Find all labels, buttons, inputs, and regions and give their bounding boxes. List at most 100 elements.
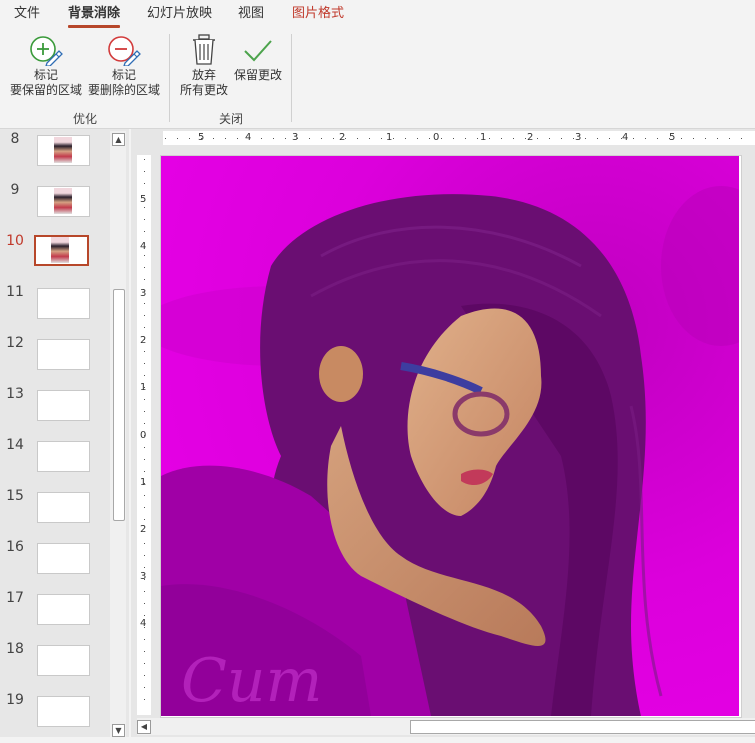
ruler-tick (561, 138, 562, 139)
discard-label-1: 放弃 (191, 68, 216, 82)
slide-thumbnail[interactable] (37, 135, 90, 166)
mark-areas-to-remove-button[interactable]: 标记 要删除的区域 (86, 34, 162, 98)
ruler-tick (681, 138, 682, 139)
keep-changes-button[interactable]: 保留更改 (230, 34, 286, 83)
scroll-left-arrow[interactable]: ◀ (137, 720, 151, 734)
scroll-down-arrow[interactable]: ▼ (112, 724, 125, 737)
ruler-tick (417, 138, 418, 139)
trash-icon (193, 34, 215, 65)
tab-slide-show[interactable]: 幻灯片放映 (147, 6, 212, 22)
ruler-tick-label: 5 (140, 194, 147, 205)
slide-thumbnail-row[interactable]: 11 (0, 284, 110, 335)
slide-number: 17 (6, 590, 24, 606)
slide-thumbnail[interactable] (37, 543, 90, 574)
ruler-tick (144, 423, 145, 424)
ribbon-tab-bar: 文件 背景消除 幻灯片放映 视图 图片格式 (0, 0, 755, 28)
slide-thumbnail-row[interactable]: 18 (0, 641, 110, 692)
slide-panel-scrollbar[interactable]: ▲ ▼ (110, 131, 126, 737)
horizontal-scrollbar-thumb[interactable] (410, 720, 755, 734)
mark-keep-label-2: 要保留的区域 (9, 83, 82, 97)
tab-background-removal[interactable]: 背景消除 (68, 6, 120, 22)
ruler-tick (537, 138, 538, 139)
ruler-tick-label: 4 (622, 132, 629, 143)
slide-thumbnail-row[interactable]: 9 (0, 182, 110, 233)
slide-thumbnail-row[interactable]: 17 (0, 590, 110, 641)
slide-number: 11 (6, 284, 24, 300)
slide-thumbnail[interactable] (37, 186, 90, 217)
slide-thumbnail-row[interactable]: 12 (0, 335, 110, 386)
ruler-tick (177, 138, 178, 139)
slide-thumbnail[interactable] (37, 645, 90, 676)
ruler-tick (144, 531, 145, 532)
ruler-tick-label: 0 (140, 431, 146, 441)
ruler-tick (144, 291, 145, 292)
slide-thumbnail-row[interactable]: 8 (0, 131, 110, 182)
ruler-tick (369, 138, 370, 139)
ruler-tick (144, 507, 145, 508)
tab-picture-format[interactable]: 图片格式 (292, 6, 344, 22)
ruler-tick (453, 138, 454, 139)
ruler-tick (501, 138, 502, 139)
ruler-tick (144, 627, 145, 628)
discard-label-2: 所有更改 (179, 83, 228, 97)
ruler-tick-label: 2 (140, 524, 147, 535)
ruler-tick (144, 543, 145, 544)
slide-thumbnail[interactable] (37, 696, 90, 727)
ruler-tick (144, 615, 145, 616)
checkmark-icon (244, 40, 272, 62)
slide-thumbnail-row[interactable]: 16 (0, 539, 110, 590)
ruler-tick (189, 138, 190, 139)
ruler-tick (144, 387, 145, 388)
slide-thumbnail-row[interactable]: 19 (0, 692, 110, 743)
ruler-tick (144, 471, 145, 472)
ruler-tick (477, 138, 478, 139)
slide-number: 19 (6, 692, 24, 708)
slide-thumbnail[interactable] (37, 339, 90, 370)
slide-thumbnail[interactable] (37, 492, 90, 523)
slide-thumbnail[interactable] (37, 441, 90, 472)
background-removal-photo[interactable]: Cum (161, 156, 739, 716)
scroll-up-arrow[interactable]: ▲ (112, 133, 125, 146)
tab-file[interactable]: 文件 (14, 6, 40, 22)
slide-thumbnail-row[interactable]: 13 (0, 386, 110, 437)
tab-view[interactable]: 视图 (238, 6, 264, 22)
ruler-tick-label: 1 (480, 132, 487, 143)
mark-remove-label-2: 要删除的区域 (87, 83, 160, 97)
slide-thumbnail[interactable] (37, 288, 90, 319)
ruler-tick (144, 279, 145, 280)
ruler-tick (573, 138, 574, 139)
mark-areas-to-keep-button[interactable]: 标记 要保留的区域 (8, 34, 84, 98)
slide-number: 15 (6, 488, 24, 504)
ruler-tick-label: 3 (575, 132, 582, 143)
ruler-tick (144, 495, 145, 496)
slide-thumbnail[interactable] (37, 390, 90, 421)
slide-thumbnail-row[interactable]: 15 (0, 488, 110, 539)
slide-thumbnail[interactable] (34, 235, 89, 266)
ribbon: 标记 要保留的区域 标记 要删除的区域 优化 放弃 所有更改 保留更改 关闭 (0, 28, 755, 129)
ruler-tick (405, 138, 406, 139)
ruler-tick (144, 567, 145, 568)
minus-pencil-icon (108, 36, 141, 66)
ruler-tick (144, 315, 145, 316)
discard-all-changes-button[interactable]: 放弃 所有更改 (176, 34, 232, 98)
slide-thumbnail-row[interactable]: 14 (0, 437, 110, 488)
scrollbar-thumb[interactable] (113, 289, 125, 521)
ruler-tick (144, 255, 145, 256)
ruler-tick (144, 399, 145, 400)
ruler-tick-label: 0 (433, 132, 440, 143)
slide-thumbnail[interactable] (37, 594, 90, 625)
ruler-tick (144, 207, 145, 208)
ruler-tick (429, 138, 430, 139)
ruler-tick (213, 138, 214, 139)
thumbnail-photo (54, 137, 72, 163)
ruler-tick (609, 138, 610, 139)
ruler-tick (549, 138, 550, 139)
ruler-tick (585, 138, 586, 139)
slide-thumbnail-row[interactable]: 10 (0, 233, 110, 284)
ruler-tick-label: 2 (140, 335, 147, 346)
horizontal-scrollbar[interactable]: ◀ (137, 718, 755, 735)
ruler-tick (201, 138, 202, 139)
ruler-tick (144, 675, 145, 676)
ruler-tick (393, 138, 394, 139)
ruler-tick (693, 138, 694, 139)
